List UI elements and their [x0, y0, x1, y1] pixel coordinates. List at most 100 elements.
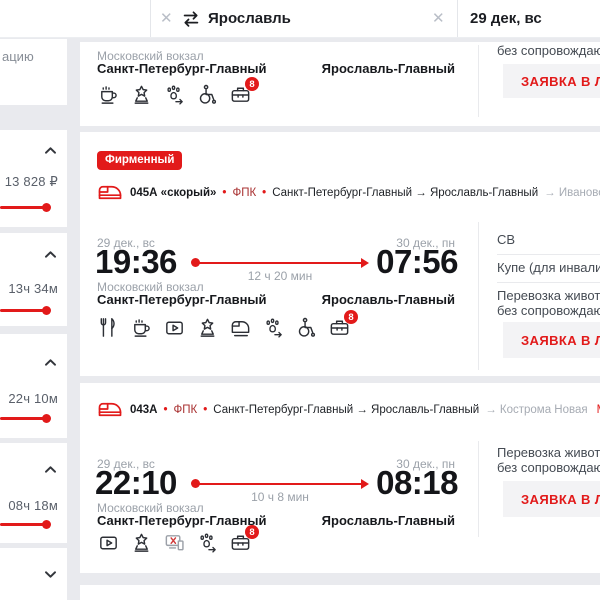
video-icon[interactable] — [163, 316, 186, 339]
restaurant-icon[interactable] — [97, 316, 120, 339]
expand-icon[interactable] — [44, 570, 57, 579]
class-option-sv[interactable]: СВ — [497, 232, 515, 247]
depart-station: Санкт-Петербург-Главный — [97, 513, 267, 528]
clear-destination-icon[interactable]: ✕ — [432, 9, 445, 29]
branded-badge: Фирменный — [97, 151, 183, 170]
train-title-row: 043А • ФПК • Санкт-Петербург-Главный → Я… — [97, 399, 600, 420]
train-card-043: 043А • ФПК • Санкт-Петербург-Главный → Я… — [80, 383, 600, 573]
panel-row-divider — [497, 282, 600, 283]
class-option-kupe[interactable]: Купе (для инвалидо — [497, 260, 600, 275]
depart-station: Санкт-Петербург-Главный — [97, 292, 267, 307]
no-e-registration-icon[interactable] — [163, 531, 186, 554]
train-title-row: 045А «скорый» • ФПК • Санкт-Петербург-Гл… — [97, 182, 600, 203]
train-number: 043А — [130, 403, 158, 416]
bullet-separator: • — [262, 186, 267, 199]
trip-duration: 12 ч 20 мин — [247, 269, 313, 283]
video-icon[interactable] — [97, 531, 120, 554]
coffee-icon[interactable] — [130, 316, 153, 339]
field-divider — [150, 0, 151, 37]
collapse-icon[interactable] — [44, 250, 57, 259]
range-slider[interactable] — [0, 203, 51, 212]
luggage-icon[interactable]: 8 — [328, 310, 358, 339]
bullet-separator: • — [222, 186, 227, 199]
arrive-time: 07:56 — [376, 243, 458, 280]
range-slider[interactable] — [0, 306, 51, 315]
waitlist-button[interactable]: ЗАЯВКА В Л — [503, 322, 600, 358]
trip-duration: 10 ч 8 мин — [251, 490, 309, 504]
star-icon[interactable] — [196, 316, 219, 339]
route-text: Санкт-Петербург-Главный → Ярославль-Глав… — [213, 403, 480, 416]
pets-note-line2: без сопровождающе — [497, 303, 600, 318]
filter-section-duration: 13ч 34м — [0, 233, 67, 326]
amenities-row: 8 — [97, 310, 358, 339]
amenities-row: 8 — [97, 525, 259, 554]
filter-section-arrival: 08ч 18м — [0, 443, 67, 543]
panel-divider — [478, 45, 479, 117]
search-topbar: ✕ Ярославль ✕ 29 дек, вс — [0, 0, 600, 38]
range-slider[interactable] — [0, 414, 51, 423]
range-slider[interactable] — [0, 520, 51, 529]
filter-section-collapsed — [0, 548, 67, 600]
train-card-partial: Московский вокзал Санкт-Петербург-Главны… — [80, 42, 600, 126]
train-icon[interactable] — [229, 316, 252, 339]
slider-handle[interactable] — [42, 306, 51, 315]
filter-value-price: 13 828 ₽ — [4, 174, 58, 189]
pets-icon[interactable] — [196, 531, 219, 554]
route-extra-text: → Кострома Новая — [485, 403, 588, 416]
waitlist-button[interactable]: ЗАЯВКА В Л — [503, 64, 600, 98]
panel-divider — [478, 222, 479, 370]
pets-icon[interactable] — [262, 316, 285, 339]
depart-time: 22:10 — [95, 464, 177, 501]
collapse-icon[interactable] — [44, 465, 57, 474]
train-number: 045А «скорый» — [130, 186, 217, 199]
collapse-icon[interactable] — [44, 358, 57, 367]
amenities-row: 8 — [97, 77, 259, 106]
train-logo-icon — [97, 182, 124, 203]
waitlist-button[interactable]: ЗАЯВКА В Л — [503, 481, 600, 517]
slider-handle[interactable] — [42, 203, 51, 212]
pets-note-line2: без сопровождающе — [497, 460, 600, 475]
slider-handle[interactable] — [42, 414, 51, 423]
panel-row-divider — [497, 254, 600, 255]
luggage-count-badge: 8 — [344, 310, 358, 324]
filter-value-arrival: 08ч 18м — [8, 498, 58, 513]
pets-note: без сопровождающе — [497, 43, 600, 58]
timeline-arrow — [191, 479, 369, 489]
arrive-station: Ярославль-Главный — [321, 513, 455, 528]
wheelchair-icon[interactable] — [295, 316, 318, 339]
slider-handle[interactable] — [42, 520, 51, 529]
train-logo-icon — [97, 399, 124, 420]
pets-note-line1: Перевозка животных — [497, 288, 600, 303]
train-card-045: Фирменный 045А «скорый» • ФПК • Санкт-Пе… — [80, 132, 600, 376]
swap-direction-icon[interactable] — [180, 8, 202, 30]
filter-section-price: 13 828 ₽ — [0, 130, 67, 227]
filter-section-cropped: ацию — [0, 39, 67, 105]
depart-station: Санкт-Петербург-Главный — [97, 61, 267, 76]
luggage-count-badge: 8 — [245, 525, 259, 539]
clear-origin-icon[interactable]: ✕ — [160, 9, 173, 29]
filter-value-departure: 22ч 10м — [8, 391, 58, 406]
collapse-icon[interactable] — [44, 146, 57, 155]
filter-value-duration: 13ч 34м — [8, 281, 58, 296]
depart-time: 19:36 — [95, 243, 177, 280]
arrive-station: Ярославль-Главный — [321, 61, 455, 76]
route-extra-text: → Иваново — [544, 186, 600, 199]
field-divider — [457, 0, 458, 37]
carrier-link[interactable]: ФПК — [174, 404, 198, 416]
wheelchair-icon[interactable] — [196, 83, 219, 106]
destination-field[interactable]: Ярославль — [208, 10, 291, 27]
timeline-arrow — [191, 258, 369, 268]
panel-divider — [478, 441, 479, 537]
star-icon[interactable] — [130, 83, 153, 106]
carrier-link[interactable]: ФПК — [232, 187, 256, 199]
route-link[interactable]: Маршрут — [597, 404, 600, 416]
star-icon[interactable] — [130, 531, 153, 554]
luggage-icon[interactable]: 8 — [229, 77, 259, 106]
luggage-icon[interactable]: 8 — [229, 525, 259, 554]
pets-icon[interactable] — [163, 83, 186, 106]
coffee-icon[interactable] — [97, 83, 120, 106]
date-field[interactable]: 29 дек, вс — [470, 10, 542, 27]
route-text: Санкт-Петербург-Главный → Ярославль-Глав… — [272, 186, 539, 199]
cropped-filter-label: ацию — [2, 49, 34, 64]
pets-note-line1: Перевозка животных — [497, 445, 600, 460]
